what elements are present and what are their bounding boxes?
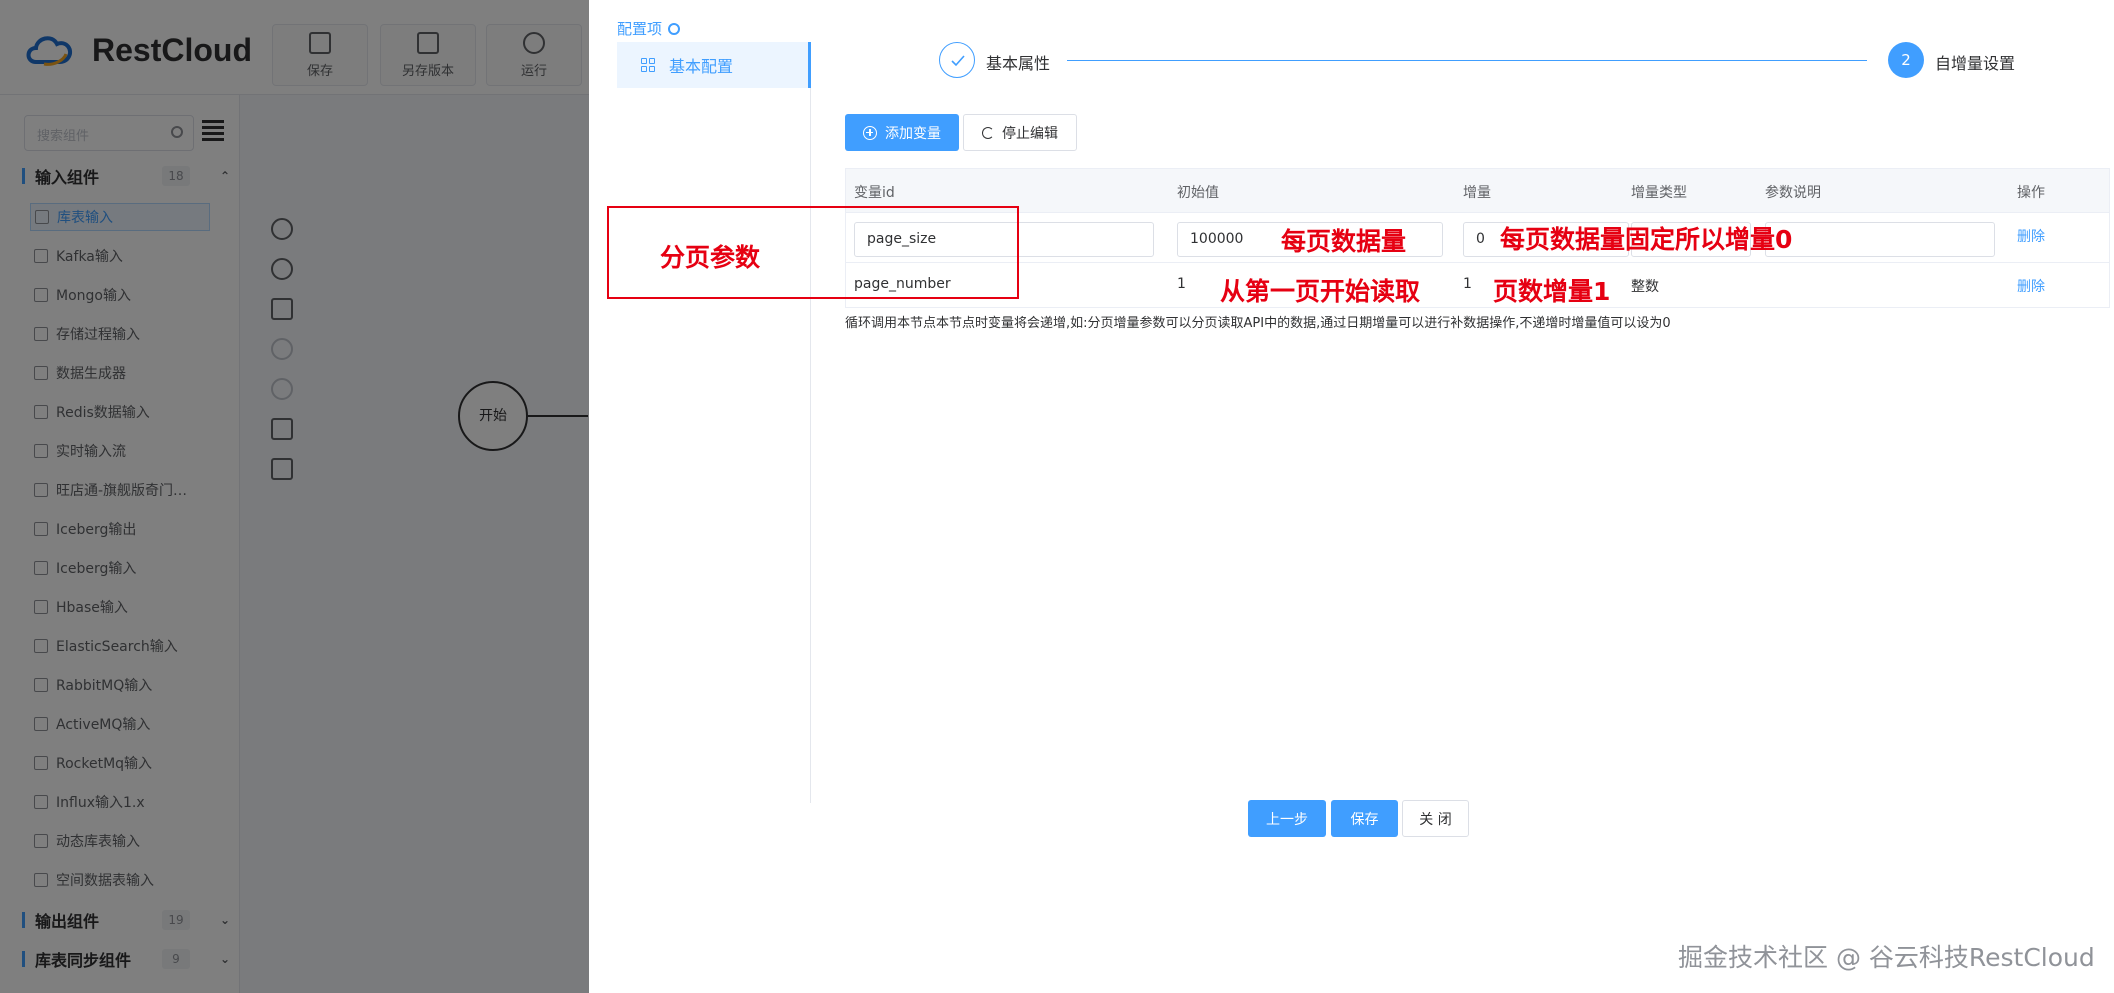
annotation-per-page-fixed: 每页数据量固定所以增量0 <box>1500 225 1793 254</box>
annotation-read-from-first: 从第一页开始读取 <box>1220 277 1421 306</box>
column-header: 操作 <box>2017 185 2045 201</box>
annotation-paging-params: 分页参数 <box>660 243 761 272</box>
table-header: 变量id 初始值 增量 增量类型 参数说明 操作 <box>846 169 2109 213</box>
steps-bar: 基本属性 2 自增量设置 <box>939 42 2019 82</box>
nav-item-basic-config[interactable]: 基本配置 <box>617 42 811 88</box>
plus-circle-icon <box>863 125 877 140</box>
settings-icon <box>668 22 681 35</box>
delete-link[interactable]: 删除 <box>2017 276 2045 296</box>
step1-circle[interactable] <box>939 42 975 78</box>
stop-edit-button[interactable]: 停止编辑 <box>963 114 1077 151</box>
step-connector <box>1067 60 1867 61</box>
increment-cell[interactable]: 1 <box>1463 276 1472 292</box>
step2-label[interactable]: 自增量设置 <box>1935 50 2015 74</box>
prev-step-button[interactable]: 上一步 <box>1248 800 1326 837</box>
column-header: 增量类型 <box>1631 185 1687 201</box>
annotation-per-page-amount: 每页数据量 <box>1281 227 1407 256</box>
annotation-page-increment: 页数增量1 <box>1493 277 1611 306</box>
save-button[interactable]: 保存 <box>1331 800 1398 837</box>
column-header: 参数说明 <box>1765 185 1821 201</box>
init-value-cell[interactable]: 1 <box>1177 276 1186 292</box>
config-drawer: 配置项 基本配置 基本属性 2 自增量设置 添加变量 停止编辑 变量id 初始值… <box>589 0 2114 993</box>
delete-link[interactable]: 删除 <box>2017 226 2045 246</box>
help-tip: 循环调用本节点本节点时变量将会递增,如:分页增量参数可以分页读取API中的数据,… <box>845 316 1671 331</box>
column-header: 变量id <box>854 185 895 201</box>
nav-item-label: 基本配置 <box>669 57 734 76</box>
watermark: 掘金技术社区 @ 谷云科技RestCloud <box>1678 943 2095 972</box>
step1-label[interactable]: 基本属性 <box>986 50 1050 74</box>
add-variable-button[interactable]: 添加变量 <box>845 114 959 151</box>
divider <box>810 88 811 803</box>
table-row: page_number 1 1 整数 删除 <box>846 263 2109 307</box>
grid-icon <box>641 58 655 72</box>
refresh-icon <box>982 126 994 139</box>
column-header: 初始值 <box>1177 185 1219 201</box>
config-title: 配置项 <box>617 18 681 39</box>
check-icon <box>951 55 965 67</box>
column-header: 增量 <box>1463 185 1491 201</box>
table-row: page_size 100000 0 删除 <box>846 213 2109 263</box>
increment-type-cell[interactable]: 整数 <box>1631 276 1659 296</box>
variables-table: 变量id 初始值 增量 增量类型 参数说明 操作 page_size 10000… <box>845 168 2110 308</box>
description-input[interactable] <box>1765 222 1995 257</box>
close-button[interactable]: 关 闭 <box>1402 800 1469 837</box>
step2-circle[interactable]: 2 <box>1888 42 1924 78</box>
